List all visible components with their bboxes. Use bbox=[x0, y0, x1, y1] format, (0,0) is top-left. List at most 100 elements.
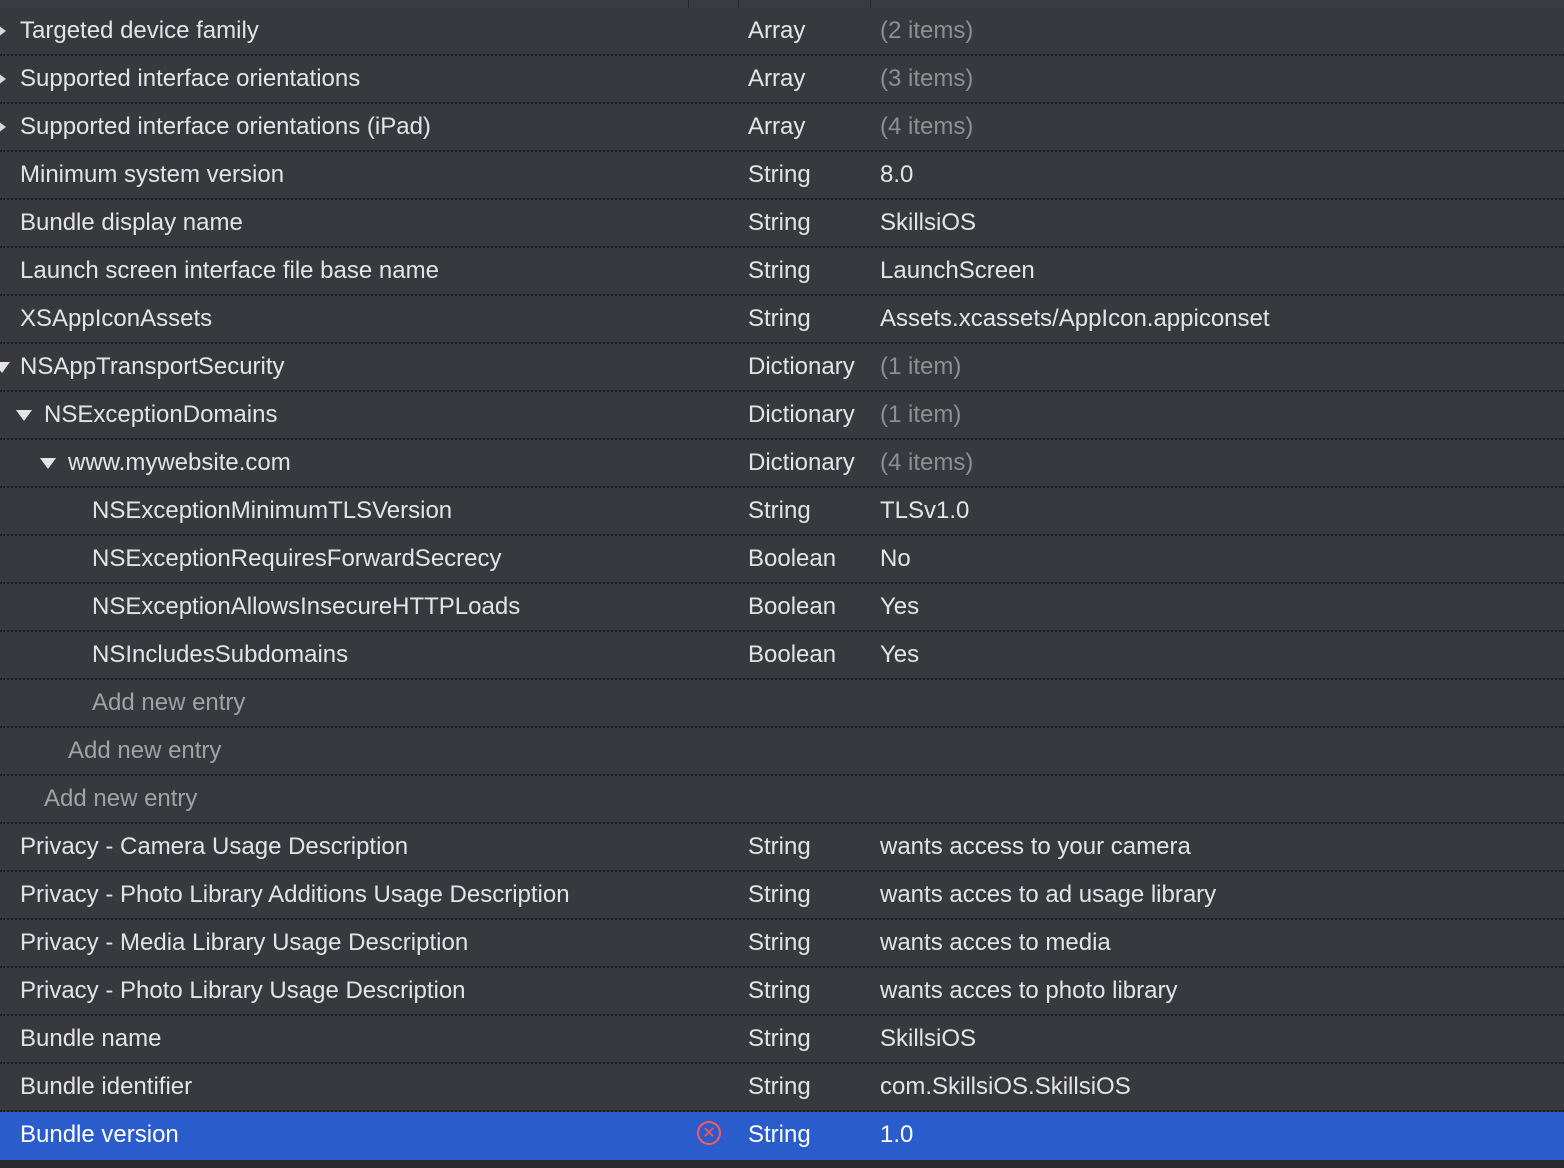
row-key[interactable]: Privacy - Camera Usage Description bbox=[20, 824, 680, 870]
plist-row[interactable]: Privacy - Camera Usage Description Strin… bbox=[0, 824, 1564, 872]
row-key[interactable]: NSExceptionRequiresForwardSecrecy bbox=[92, 536, 752, 582]
row-type[interactable]: Array bbox=[748, 56, 876, 102]
add-new-entry-row[interactable]: Add new entry bbox=[0, 776, 1564, 824]
plist-row[interactable]: Supported interface orientations Array (… bbox=[0, 56, 1564, 104]
row-type[interactable]: String bbox=[748, 248, 876, 294]
row-type[interactable]: Boolean bbox=[748, 584, 876, 630]
row-value[interactable]: Yes bbox=[880, 584, 1560, 630]
row-type[interactable]: String bbox=[748, 152, 876, 198]
row-value[interactable]: Assets.xcassets/AppIcon.appiconset bbox=[880, 296, 1560, 342]
row-type[interactable]: String bbox=[748, 872, 876, 918]
plist-row[interactable]: Launch screen interface file base name S… bbox=[0, 248, 1564, 296]
row-key[interactable]: www.mywebsite.com bbox=[68, 440, 728, 486]
row-value: (1 item) bbox=[880, 353, 962, 380]
plist-row[interactable]: Privacy - Photo Library Additions Usage … bbox=[0, 872, 1564, 920]
plist-row[interactable]: NSIncludesSubdomains Boolean Yes bbox=[0, 632, 1564, 680]
row-type[interactable]: String bbox=[748, 920, 876, 966]
row-type[interactable]: Boolean bbox=[748, 536, 876, 582]
disclosure-triangle-down-icon[interactable] bbox=[14, 392, 34, 438]
row-value[interactable]: com.SkillsiOS.SkillsiOS bbox=[880, 1064, 1560, 1110]
row-key[interactable]: Supported interface orientations bbox=[20, 56, 680, 102]
row-key[interactable]: Targeted device family bbox=[20, 8, 680, 54]
row-key[interactable]: Supported interface orientations (iPad) bbox=[20, 104, 680, 150]
plist-row[interactable]: XSAppIconAssets String Assets.xcassets/A… bbox=[0, 296, 1564, 344]
row-value[interactable]: SkillsiOS bbox=[880, 1016, 1560, 1062]
row-key[interactable]: Launch screen interface file base name bbox=[20, 248, 680, 294]
row-value[interactable]: wants acces to ad usage library bbox=[880, 872, 1560, 918]
add-new-entry-row[interactable]: Add new entry bbox=[0, 728, 1564, 776]
row-key[interactable]: NSAppTransportSecurity bbox=[20, 344, 680, 390]
row-value[interactable]: TLSv1.0 bbox=[880, 488, 1560, 534]
row-key[interactable]: Bundle display name bbox=[20, 200, 680, 246]
row-type[interactable]: String bbox=[748, 200, 876, 246]
plist-row[interactable]: Bundle identifier String com.SkillsiOS.S… bbox=[0, 1064, 1564, 1112]
row-value[interactable]: 1.0 bbox=[880, 1112, 1560, 1158]
row-value: (2 items) bbox=[880, 17, 974, 44]
row-value[interactable]: Yes bbox=[880, 632, 1560, 678]
row-key[interactable]: Privacy - Media Library Usage Descriptio… bbox=[20, 920, 680, 966]
row-key[interactable]: Privacy - Photo Library Additions Usage … bbox=[20, 872, 680, 918]
row-key[interactable]: NSExceptionDomains bbox=[44, 392, 704, 438]
plist-row[interactable]: www.mywebsite.com Dictionary (4 items) bbox=[0, 440, 1564, 488]
disclosure-triangle-down-icon[interactable] bbox=[38, 440, 58, 486]
plist-row[interactable]: NSExceptionMinimumTLSVersion String TLSv… bbox=[0, 488, 1564, 536]
plist-row[interactable]: NSExceptionRequiresForwardSecrecy Boolea… bbox=[0, 536, 1564, 584]
row-value: (4 items) bbox=[880, 113, 974, 140]
add-new-entry-row[interactable]: Add new entry bbox=[0, 680, 1564, 728]
plist-row[interactable]: Targeted device family Array (2 items) bbox=[0, 8, 1564, 56]
row-type[interactable]: String bbox=[748, 1112, 876, 1158]
add-new-entry-placeholder[interactable]: Add new entry bbox=[44, 776, 704, 822]
plist-row[interactable]: Privacy - Media Library Usage Descriptio… bbox=[0, 920, 1564, 968]
row-type[interactable]: Dictionary bbox=[748, 392, 876, 438]
property-list-table: Targeted device family Array (2 items) S… bbox=[0, 8, 1564, 1160]
row-key[interactable]: NSExceptionAllowsInsecureHTTPLoads bbox=[92, 584, 752, 630]
row-value[interactable]: wants acces to photo library bbox=[880, 968, 1560, 1014]
row-type[interactable]: Dictionary bbox=[748, 344, 876, 390]
row-type[interactable]: String bbox=[748, 1016, 876, 1062]
row-type[interactable]: String bbox=[748, 296, 876, 342]
row-key[interactable]: Minimum system version bbox=[20, 152, 680, 198]
row-key[interactable]: Privacy - Photo Library Usage Descriptio… bbox=[20, 968, 680, 1014]
plist-row-selected[interactable]: Bundle version ✕ String 1.0 bbox=[0, 1112, 1564, 1160]
plist-row[interactable]: Privacy - Photo Library Usage Descriptio… bbox=[0, 968, 1564, 1016]
row-type[interactable]: Array bbox=[748, 8, 876, 54]
row-value[interactable]: LaunchScreen bbox=[880, 248, 1560, 294]
row-key[interactable]: NSIncludesSubdomains bbox=[92, 632, 752, 678]
plist-row[interactable]: Bundle display name String SkillsiOS bbox=[0, 200, 1564, 248]
row-key[interactable]: Bundle identifier bbox=[20, 1064, 680, 1110]
row-value[interactable]: wants access to your camera bbox=[880, 824, 1560, 870]
row-key[interactable]: NSExceptionMinimumTLSVersion bbox=[92, 488, 752, 534]
row-value: (1 item) bbox=[880, 401, 962, 428]
column-header-bar bbox=[0, 0, 1564, 8]
disclosure-triangle-right-icon[interactable] bbox=[0, 8, 12, 54]
row-type[interactable]: String bbox=[748, 488, 876, 534]
add-new-entry-placeholder[interactable]: Add new entry bbox=[68, 728, 728, 774]
disclosure-triangle-right-icon[interactable] bbox=[0, 56, 12, 102]
column-divider[interactable] bbox=[688, 0, 689, 8]
row-type[interactable]: Dictionary bbox=[748, 440, 876, 486]
row-type[interactable]: Boolean bbox=[748, 632, 876, 678]
plist-row[interactable]: Minimum system version String 8.0 bbox=[0, 152, 1564, 200]
plist-row[interactable]: NSExceptionDomains Dictionary (1 item) bbox=[0, 392, 1564, 440]
disclosure-triangle-down-icon[interactable] bbox=[0, 344, 12, 390]
add-new-entry-placeholder[interactable]: Add new entry bbox=[92, 680, 752, 726]
row-type[interactable]: String bbox=[748, 968, 876, 1014]
row-key[interactable]: Bundle version bbox=[20, 1112, 680, 1158]
plist-row[interactable]: NSExceptionAllowsInsecureHTTPLoads Boole… bbox=[0, 584, 1564, 632]
row-key[interactable]: Bundle name bbox=[20, 1016, 680, 1062]
plist-row[interactable]: NSAppTransportSecurity Dictionary (1 ite… bbox=[0, 344, 1564, 392]
plist-row[interactable]: Bundle name String SkillsiOS bbox=[0, 1016, 1564, 1064]
row-key[interactable]: XSAppIconAssets bbox=[20, 296, 680, 342]
row-type[interactable]: String bbox=[748, 1064, 876, 1110]
disclosure-triangle-right-icon[interactable] bbox=[0, 104, 12, 150]
row-value[interactable]: wants acces to media bbox=[880, 920, 1560, 966]
plist-row[interactable]: Supported interface orientations (iPad) … bbox=[0, 104, 1564, 152]
row-value[interactable]: 8.0 bbox=[880, 152, 1560, 198]
row-type[interactable]: Array bbox=[748, 104, 876, 150]
column-divider[interactable] bbox=[870, 0, 871, 8]
column-divider[interactable] bbox=[738, 0, 739, 8]
row-type[interactable]: String bbox=[748, 824, 876, 870]
remove-circle-x-icon[interactable]: ✕ bbox=[697, 1121, 721, 1145]
row-value[interactable]: No bbox=[880, 536, 1560, 582]
row-value[interactable]: SkillsiOS bbox=[880, 200, 1560, 246]
